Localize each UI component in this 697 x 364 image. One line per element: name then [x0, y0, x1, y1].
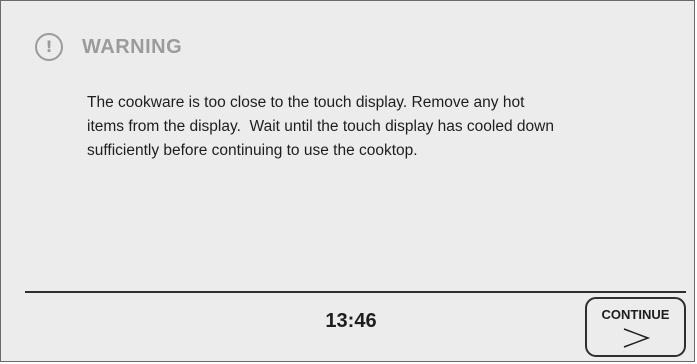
exclamation-circle-icon: ! [35, 33, 63, 61]
warning-title: WARNING [82, 35, 183, 58]
clock-time: 13:46 [325, 310, 377, 332]
message-line: sufficiently before continuing to use th… [87, 142, 418, 159]
chevron-right-icon [623, 328, 651, 348]
warning-message: The cookware is too close to the touch d… [87, 91, 627, 163]
message-line: items from the display. Wait until the t… [87, 118, 554, 135]
continue-button[interactable]: CONTINUE [585, 297, 686, 357]
message-line: The cookware is too close to the touch d… [87, 94, 525, 111]
warning-header: ! WARNING [35, 31, 182, 63]
warning-screen: ! WARNING The cookware is too close to t… [0, 0, 695, 362]
continue-label: CONTINUE [601, 307, 670, 322]
footer-divider [25, 291, 686, 293]
